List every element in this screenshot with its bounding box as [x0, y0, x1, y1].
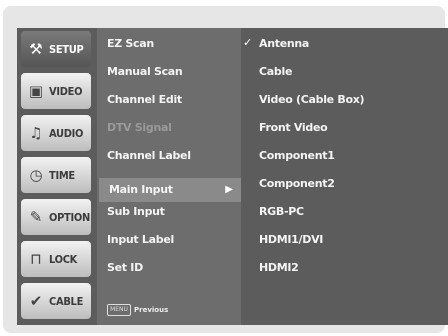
- previous-hint[interactable]: MENU Previous: [107, 304, 168, 316]
- speaker-icon: ♫: [29, 124, 43, 142]
- osd-menu: ⚒ SETUP ▣ VIDEO ♫ AUDIO ◷ TIME ✎ OPTION …: [17, 28, 448, 325]
- option-component2[interactable]: Component2: [259, 173, 335, 195]
- option-component1[interactable]: Component1: [259, 145, 335, 167]
- option-cable[interactable]: Cable: [259, 61, 292, 83]
- menu-item-channel-edit[interactable]: Channel Edit: [107, 89, 182, 111]
- option-rgb-pc[interactable]: RGB-PC: [259, 201, 304, 223]
- tab-video[interactable]: ▣ VIDEO: [21, 73, 91, 109]
- clock-icon: ◷: [29, 166, 43, 184]
- option-hdmi2[interactable]: HDMI2: [259, 257, 299, 279]
- menu-item-channel-label[interactable]: Channel Label: [107, 145, 191, 167]
- setup-submenu: EZ Scan Manual Scan Channel Edit DTV Sig…: [97, 28, 241, 325]
- menu-item-ez-scan[interactable]: EZ Scan: [107, 33, 154, 55]
- option-front-video[interactable]: Front Video: [259, 117, 328, 139]
- tab-label: SETUP: [49, 42, 84, 56]
- tab-label: TIME: [49, 168, 75, 182]
- option-video-cable-box[interactable]: Video (Cable Box): [259, 89, 365, 111]
- check-cable-icon: ✔: [29, 292, 43, 310]
- menu-item-main-input[interactable]: Main Input ▶: [99, 178, 241, 202]
- chevron-right-icon: ▶: [225, 184, 233, 195]
- menu-item-dtv-signal: DTV Signal: [107, 121, 172, 134]
- menu-key-icon: MENU: [107, 304, 131, 316]
- tab-lock[interactable]: ⊓ LOCK: [21, 241, 91, 277]
- wrench-option-icon: ✎: [29, 208, 43, 226]
- tab-label: VIDEO: [49, 84, 83, 98]
- previous-label: Previous: [134, 306, 169, 314]
- menu-item-input-label[interactable]: Input Label: [107, 229, 174, 251]
- tab-label: OPTION: [49, 210, 90, 224]
- tab-cable[interactable]: ✔ CABLE: [21, 283, 91, 319]
- check-icon: ✓: [243, 36, 253, 49]
- tab-audio[interactable]: ♫ AUDIO: [21, 115, 91, 151]
- lock-icon: ⊓: [30, 250, 42, 268]
- option-hdmi1-dvi[interactable]: HDMI1/DVI: [259, 229, 323, 251]
- tab-time[interactable]: ◷ TIME: [21, 157, 91, 193]
- tab-setup[interactable]: ⚒ SETUP: [21, 31, 91, 67]
- option-antenna[interactable]: Antenna: [259, 33, 309, 55]
- menu-item-sub-input[interactable]: Sub Input: [107, 201, 165, 223]
- tv-icon: ▣: [28, 82, 44, 100]
- menu-item-manual-scan[interactable]: Manual Scan: [107, 61, 183, 83]
- input-options: ✓ Antenna Cable Video (Cable Box) Front …: [241, 28, 448, 325]
- tab-label: CABLE: [49, 294, 84, 308]
- tab-label: AUDIO: [49, 126, 84, 140]
- tab-label: LOCK: [49, 252, 78, 266]
- menu-item-label: Main Input: [109, 183, 173, 196]
- menu-item-set-id[interactable]: Set ID: [107, 257, 143, 279]
- tab-column: ⚒ SETUP ▣ VIDEO ♫ AUDIO ◷ TIME ✎ OPTION …: [17, 28, 94, 325]
- tab-option[interactable]: ✎ OPTION: [21, 199, 91, 235]
- wrench-icon: ⚒: [29, 40, 43, 58]
